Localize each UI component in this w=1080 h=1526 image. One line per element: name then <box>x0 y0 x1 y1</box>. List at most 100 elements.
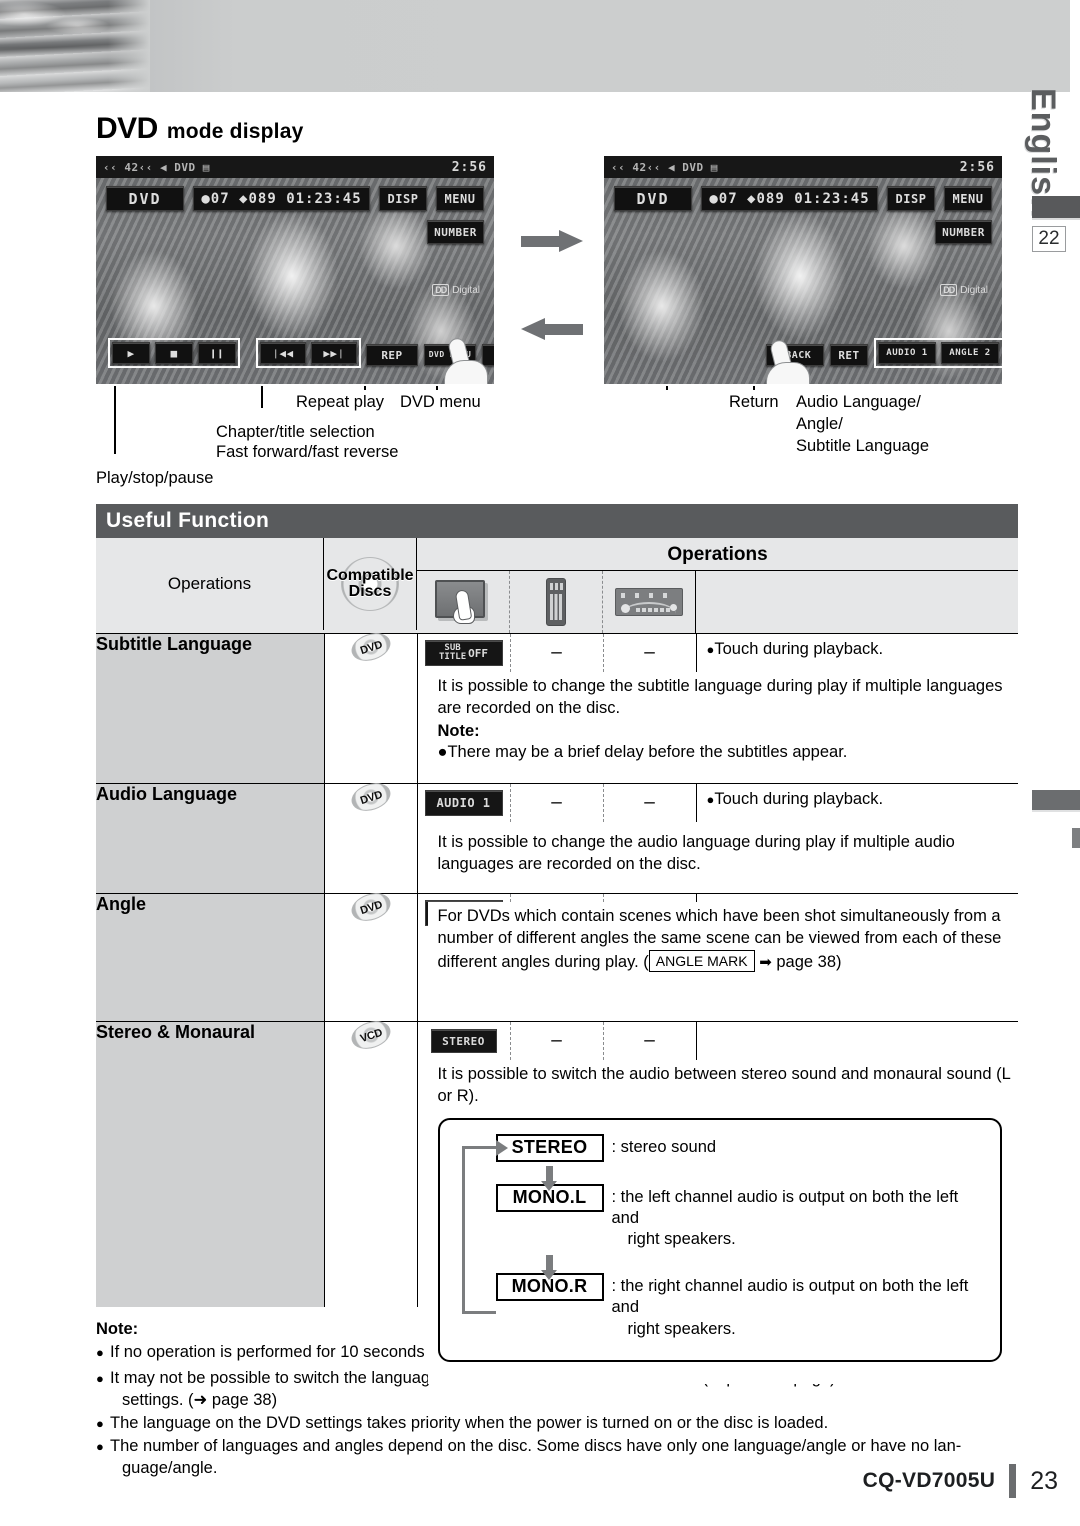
stereo-mode-flow-diagram: STEREO : stereo sound MONO.L : the left … <box>437 1117 1002 1363</box>
row-main-angle: ANGLE 1 – – ●Touch during playback. <box>417 893 1018 1022</box>
row-button-line: SUB TITLE OFF – – ●Touch during playback… <box>418 634 1019 672</box>
number-button[interactable]: NUMBER <box>935 220 992 244</box>
back-button[interactable]: ◀BACK <box>766 344 824 366</box>
dvd-disc-icon: DVD <box>347 778 394 816</box>
header-operations-group-label: Operations <box>417 538 1018 571</box>
unit-cell: – <box>604 784 697 822</box>
return-button[interactable]: RET <box>830 344 868 366</box>
rep-button-wrap: REP <box>364 342 420 368</box>
callout-line-play <box>114 386 116 454</box>
touch-panel-cell: SUB TITLE OFF <box>418 634 511 672</box>
bottom-note-2-indent: settings. (➜ page 38) <box>122 1391 278 1410</box>
back-arrow-icon <box>521 318 583 340</box>
skip-button-group: ❘◀◀ ▶▶❘ <box>256 338 361 368</box>
row-button-line: STEREO – – <box>418 1022 1019 1060</box>
useful-function-table: Operations Compatible Discs Operations S… <box>96 538 1019 1385</box>
stereo-button[interactable]: STEREO <box>430 1029 497 1053</box>
flow-text-mono-l: : the left channel audio is output on bo… <box>604 1184 987 1251</box>
page-title-rest: mode display <box>166 120 304 143</box>
row-description-text: It is possible to change the subtitle la… <box>437 677 1003 717</box>
header-operations-label: Operations <box>96 538 324 630</box>
row-note-cell: ●Touch during playback. <box>706 790 884 808</box>
dvd-menu-button[interactable]: DVD MENU <box>424 344 476 366</box>
header-operations-cell: Operations <box>96 538 324 634</box>
notes-column-header <box>696 571 1018 633</box>
next-page-button[interactable]: NEXT▶ <box>482 344 494 366</box>
dolby-mark-icon: DD <box>432 284 450 296</box>
callout-fast-forward: Fast forward/fast reverse <box>216 443 399 461</box>
previous-track-button[interactable]: ❘◀◀ <box>260 342 306 364</box>
head-unit-icon <box>615 588 683 616</box>
source-button[interactable]: DVD <box>106 186 184 211</box>
bottom-note-1-text-a: If no operation is performed for 10 seco… <box>110 1343 449 1362</box>
flow-text-stereo: : stereo sound <box>611 1137 717 1156</box>
table-row: Audio Language DVD AUDIO 1 – – ●Touch du… <box>96 778 1019 894</box>
row-disc-audio-language: DVD <box>324 778 418 894</box>
callout-subtitle-language: Subtitle Language <box>796 437 930 455</box>
row-description: It is possible to change the audio langu… <box>427 822 1018 886</box>
mode-display-figures: ‹‹ 42‹‹ ◀ DVD ▤ 2:56 DVD ●07 ◆089 01:23:… <box>96 156 1018 386</box>
page-footer: CQ-VD7005U 23 <box>863 1464 1058 1498</box>
play-button[interactable]: ▶ <box>112 342 150 364</box>
bottom-note-item: ● The language on the DVD settings takes… <box>96 1414 829 1433</box>
row-name-audio-language: Audio Language <box>96 783 325 894</box>
unit-cell: – <box>604 634 697 672</box>
compatible-line2: Discs <box>348 583 392 600</box>
menu-button[interactable]: MENU <box>436 186 484 211</box>
angle-button[interactable]: ANGLE 2 <box>941 342 999 364</box>
language-button-group: AUDIO 1 ANGLE 2 SUB TITLE OFF <box>874 338 1002 368</box>
header-discs-cell: Compatible Discs <box>324 538 417 634</box>
remote-cell: – <box>511 784 604 822</box>
section-tab-marker <box>1032 196 1080 220</box>
time-display: ●07 ◆089 01:23:45 <box>701 186 878 211</box>
menu-button[interactable]: MENU <box>944 186 992 211</box>
remote-column-header <box>510 571 603 633</box>
callout-line-dvdmenu <box>436 386 438 390</box>
row-subnote-title: Note: <box>437 721 480 740</box>
status-bar-left: ‹‹ 42‹‹ ◀ DVD ▤ <box>103 160 210 174</box>
unit-dash: – <box>644 792 655 813</box>
angle-mark-tag: ANGLE MARK <box>648 949 755 972</box>
table-row: Subtitle Language DVD SUB TITLE OFF – – … <box>96 628 1019 784</box>
back-button-wrap: ◀BACK <box>764 342 826 368</box>
flow-button-stereo: STEREO <box>495 1133 604 1162</box>
unit-column-header <box>603 571 696 633</box>
callout-dvd-menu: DVD menu <box>400 393 481 411</box>
touch-panel-icon <box>435 580 491 624</box>
flow-item-mono-l: MONO.L : the left channel audio is outpu… <box>495 1183 987 1251</box>
status-bar-clock: 2:56 <box>451 159 487 175</box>
row-disc-subtitle-language: DVD <box>324 628 418 784</box>
dolby-digital-indicator: DD Digital <box>432 284 480 296</box>
audio-language-button[interactable]: AUDIO 1 <box>424 790 503 816</box>
row-note-text: Touch during playback. <box>714 640 884 658</box>
subtitle-off-button[interactable]: SUB TITLE OFF <box>424 640 503 666</box>
touch-panel-cell: AUDIO 1 <box>418 784 511 822</box>
repeat-button[interactable]: REP <box>366 344 418 366</box>
next-track-button[interactable]: ▶▶❘ <box>311 342 357 364</box>
table-row: Stereo & Monaural VCD STEREO – – It is p… <box>96 1016 1019 1385</box>
stop-button[interactable]: ■ <box>155 342 193 364</box>
dolby-digital-indicator: DD Digital <box>940 284 988 296</box>
compatible-discs-icon: Compatible Discs <box>326 555 414 613</box>
status-bar-clock: 2:56 <box>959 159 995 175</box>
callout-line-repeat <box>364 386 366 390</box>
callout-line-audio <box>753 386 755 390</box>
dvd-menu-button-wrap: DVD MENU <box>422 342 478 368</box>
disp-button[interactable]: DISP <box>379 186 427 211</box>
pause-button[interactable]: ❙❙ <box>198 342 236 364</box>
source-button[interactable]: DVD <box>614 186 692 211</box>
callout-audio-language: Audio Language/ <box>796 393 921 411</box>
compatible-line1: Compatible <box>326 567 414 584</box>
number-button[interactable]: NUMBER <box>427 220 484 244</box>
flow-loop-arrow-icon <box>461 1140 508 1315</box>
row-description-wrap: It is possible to switch the audio betwe… <box>427 1060 1018 1385</box>
time-display: ●07 ◆089 01:23:45 <box>193 186 370 211</box>
model-number: CQ-VD7005U <box>862 1469 996 1492</box>
row-button-line: AUDIO 1 – – ●Touch during playback. <box>418 784 1019 822</box>
disp-button[interactable]: DISP <box>887 186 935 211</box>
row-description-text-b: page 38) <box>776 952 842 971</box>
touch-panel-cell: STEREO <box>418 1022 511 1060</box>
dvd-screen-page2: ‹‹ 42‹‹ ◀ DVD ▤ 2:56 DVD ●07 ◆089 01:23:… <box>604 156 1002 384</box>
audio-language-button[interactable]: AUDIO 1 <box>878 342 936 364</box>
flow-down-arrow-icon-2 <box>496 1254 604 1280</box>
